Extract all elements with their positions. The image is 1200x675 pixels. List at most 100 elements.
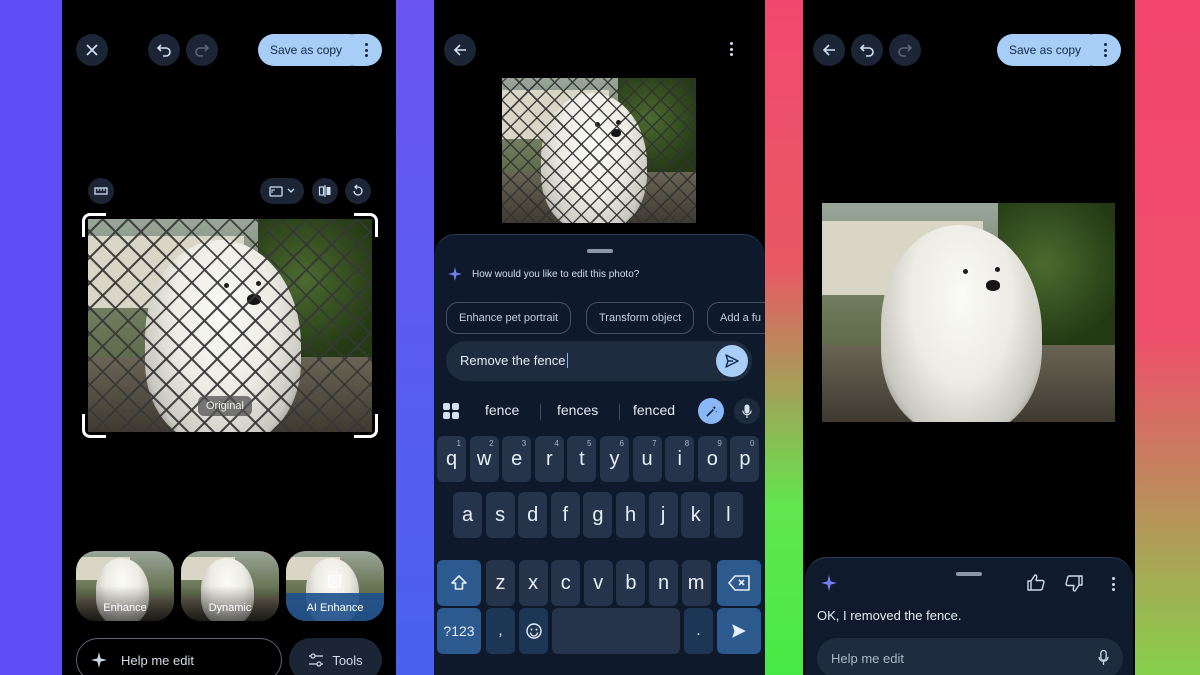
filter-ai-enhance[interactable]: AI Enhance [286, 551, 384, 621]
key-f[interactable]: f [550, 492, 580, 538]
key-letter: o [706, 447, 718, 470]
assistant-reply: OK, I removed the fence. [817, 608, 962, 623]
key-letter: r [545, 447, 553, 470]
filter-enhance[interactable]: Enhance [76, 551, 174, 621]
more-vert-icon [1103, 43, 1107, 57]
key-z[interactable]: z [486, 560, 515, 606]
prompt-question: How would you like to edit this photo? [472, 269, 640, 280]
more-options-button[interactable] [350, 34, 382, 66]
chip-add-a-fun[interactable]: Add a fu [707, 302, 765, 334]
space-key[interactable] [552, 608, 680, 654]
chip-transform-object[interactable]: Transform object [586, 302, 695, 334]
emoji-key[interactable] [519, 608, 548, 654]
sparkle-icon [91, 652, 107, 668]
mic-icon[interactable] [1098, 650, 1109, 666]
key-w[interactable]: w2 [469, 436, 499, 482]
key-number-hint: 0 [749, 439, 755, 448]
tune-icon [309, 653, 324, 667]
backspace-icon [728, 575, 750, 591]
key-c[interactable]: c [551, 560, 581, 606]
key-s[interactable]: s [485, 492, 515, 538]
key-r[interactable]: r4 [534, 436, 564, 482]
magic-wand-button[interactable] [698, 398, 724, 424]
crop-handle-bottom-right[interactable] [354, 414, 378, 438]
crop-handle-top-right[interactable] [354, 213, 378, 237]
redo-button[interactable] [186, 34, 218, 66]
key-a[interactable]: a [453, 492, 482, 538]
gemini-sparkle-icon [821, 575, 837, 591]
key-d[interactable]: d [518, 492, 548, 538]
key-x[interactable]: x [518, 560, 548, 606]
filter-dynamic[interactable]: Dynamic [181, 551, 279, 621]
backspace-key[interactable] [717, 560, 761, 606]
redo-button[interactable] [889, 34, 921, 66]
drag-handle[interactable] [587, 249, 613, 253]
key-b[interactable]: b [616, 560, 646, 606]
close-icon [86, 44, 98, 56]
voice-input-button[interactable] [734, 398, 760, 424]
save-as-copy-button[interactable]: Save as copy [258, 34, 355, 66]
key-t[interactable]: t5 [567, 436, 597, 482]
more-vert-icon[interactable] [1112, 577, 1115, 591]
save-as-copy-button[interactable]: Save as copy [997, 34, 1094, 66]
key-h[interactable]: h [616, 492, 645, 538]
chain-link-fence [502, 78, 696, 223]
key-v[interactable]: v [583, 560, 613, 606]
key-o[interactable]: o9 [697, 436, 727, 482]
key-letter: p [739, 447, 751, 470]
key-y[interactable]: y6 [600, 436, 629, 482]
tools-button[interactable]: Tools [289, 638, 382, 675]
edit-prompt-input[interactable]: Remove the fence [446, 341, 752, 381]
key-l[interactable]: l [713, 492, 743, 538]
more-options-button[interactable] [1089, 34, 1121, 66]
key-e[interactable]: e3 [502, 436, 532, 482]
undo-button[interactable] [148, 34, 180, 66]
rotate-button[interactable] [345, 178, 371, 204]
more-options-button[interactable] [730, 42, 733, 56]
help-me-edit-input[interactable]: Help me edit [817, 638, 1123, 675]
send-button[interactable] [716, 345, 748, 377]
flip-button[interactable] [312, 178, 338, 204]
key-g[interactable]: g [583, 492, 613, 538]
suggestion-fence[interactable]: fence [485, 402, 519, 418]
aspect-ratio-dropdown[interactable] [260, 178, 304, 204]
period-key[interactable]: . [684, 608, 713, 654]
symbols-key[interactable]: ?123 [437, 608, 481, 654]
key-i[interactable]: i8 [665, 436, 695, 482]
crop-handle-bottom-left[interactable] [82, 414, 106, 438]
aspect-ratio-icon [269, 185, 283, 197]
key-n[interactable]: n [649, 560, 678, 606]
key-u[interactable]: u7 [632, 436, 662, 482]
ruler-button[interactable] [88, 178, 114, 204]
suggestion-fences[interactable]: fences [557, 402, 598, 418]
close-button[interactable] [76, 34, 108, 66]
key-p[interactable]: p0 [730, 436, 760, 482]
back-button[interactable] [813, 34, 845, 66]
thumbs-up-icon[interactable] [1027, 574, 1045, 591]
flip-icon [318, 185, 331, 197]
shift-key[interactable] [437, 560, 481, 606]
suggestion-fenced[interactable]: fenced [633, 402, 675, 418]
enter-send-key[interactable] [717, 608, 761, 654]
help-me-edit-button[interactable]: Help me edit [76, 638, 282, 675]
photo-preview [502, 78, 696, 223]
key-number-hint: 8 [684, 439, 690, 448]
key-letter: y [609, 447, 620, 470]
phone-screen-help-me-edit: How would you like to edit this photo? E… [434, 0, 765, 675]
apps-grid-icon[interactable] [443, 403, 459, 419]
key-letter: e [511, 447, 523, 470]
thumbs-down-icon[interactable] [1065, 575, 1083, 592]
more-vert-icon [730, 42, 733, 56]
comma-key[interactable]: , [486, 608, 515, 654]
crop-handle-top-left[interactable] [82, 213, 106, 237]
key-m[interactable]: m [681, 560, 711, 606]
mic-icon [742, 404, 752, 418]
key-q[interactable]: q1 [437, 436, 466, 482]
back-button[interactable] [444, 34, 476, 66]
key-letter: q [445, 447, 458, 470]
key-k[interactable]: k [681, 492, 711, 538]
drag-handle[interactable] [956, 572, 982, 576]
key-j[interactable]: j [648, 492, 678, 538]
chip-enhance-pet-portrait[interactable]: Enhance pet portrait [446, 302, 572, 334]
undo-button[interactable] [851, 34, 883, 66]
